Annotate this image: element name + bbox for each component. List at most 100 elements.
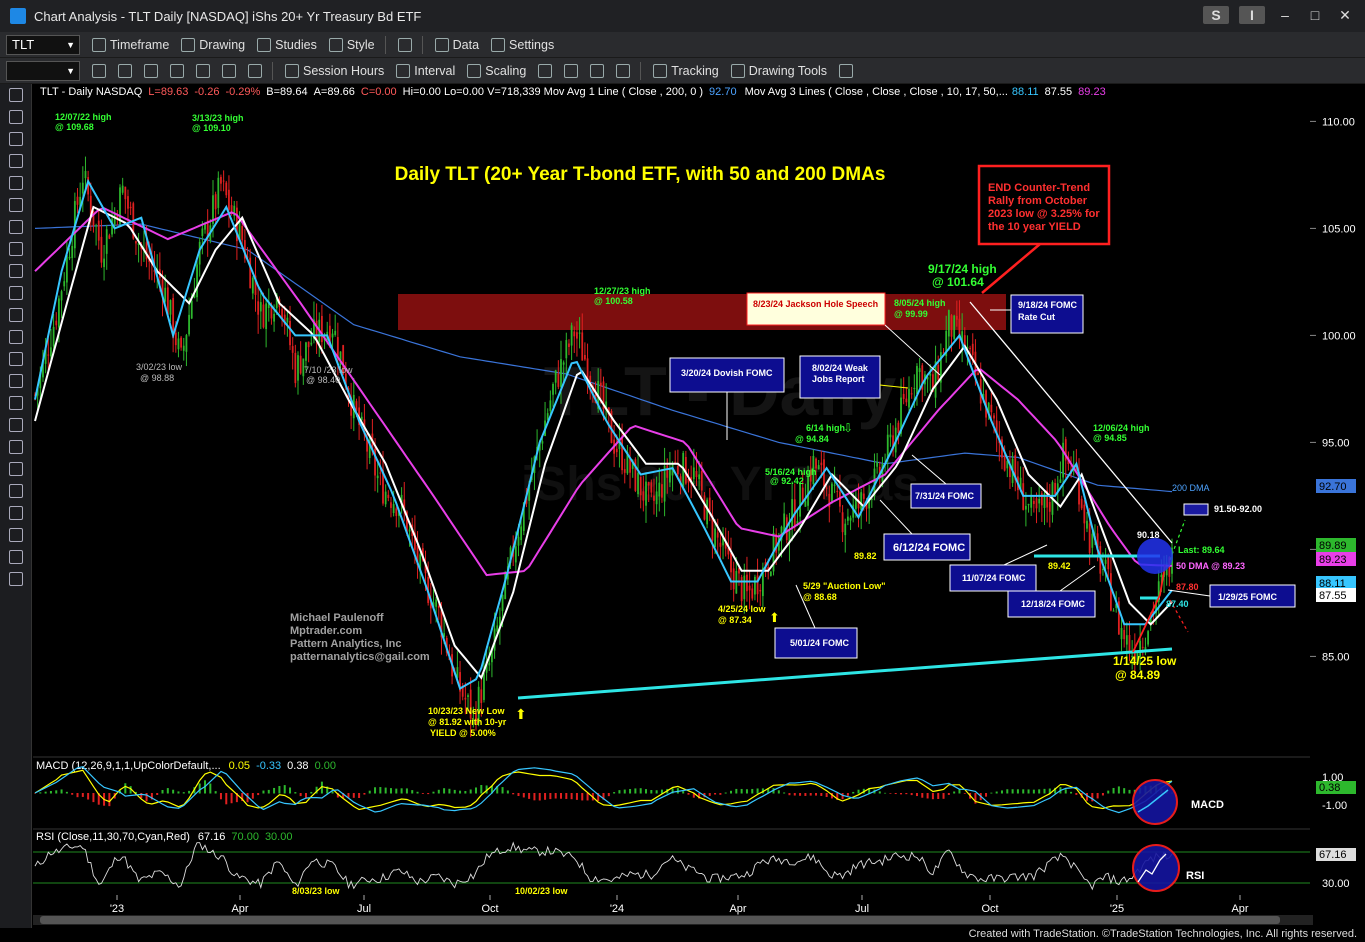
candle-body <box>584 355 586 360</box>
candle-body <box>81 182 84 194</box>
maximize-icon[interactable]: □ <box>1305 6 1325 24</box>
candle-body <box>520 526 523 541</box>
gann-icon[interactable] <box>8 242 23 256</box>
regression-icon[interactable] <box>8 352 23 366</box>
candle-body <box>501 594 504 612</box>
candle-body <box>562 362 565 365</box>
settings-menu[interactable]: Settings <box>491 37 554 52</box>
candle-body <box>576 332 578 339</box>
tool-a[interactable] <box>92 63 106 78</box>
pointer-icon[interactable] <box>8 88 23 102</box>
close-icon[interactable]: ✕ <box>1335 6 1355 24</box>
rectangle-icon[interactable] <box>8 484 23 498</box>
macd-hist-bar <box>1128 789 1131 794</box>
trendline-icon[interactable] <box>8 132 23 146</box>
candle-body <box>754 576 756 595</box>
candle-body <box>1054 482 1057 495</box>
label-a6: 10/23/23 New Low <box>428 706 506 716</box>
share-icon <box>839 63 854 78</box>
scrollbar-thumb[interactable] <box>40 916 1280 924</box>
macd-hist-bar <box>719 793 722 795</box>
spiral-icon[interactable] <box>8 330 23 344</box>
candle-body <box>201 228 204 237</box>
macd-hist-bar <box>230 793 233 804</box>
macd-hist-bar <box>310 791 313 794</box>
tool-c[interactable] <box>144 63 158 78</box>
macd-hist-bar <box>1038 789 1041 794</box>
candle-body <box>222 180 225 182</box>
session-hours-menu[interactable]: Session Hours <box>285 63 384 78</box>
data-menu[interactable]: Data <box>434 37 479 52</box>
macd-hist-bar <box>1032 789 1035 794</box>
eraser-icon[interactable] <box>8 550 23 564</box>
symbol-input[interactable]: TLT ▼ <box>6 34 80 55</box>
drawing-menu[interactable]: Drawing <box>181 37 245 52</box>
macd-hist-bar <box>985 793 988 797</box>
candle-body <box>642 491 645 501</box>
circle-icon[interactable] <box>8 462 23 476</box>
channel-icon[interactable] <box>8 176 23 190</box>
candle-body <box>1086 520 1088 529</box>
candle-body <box>321 315 323 343</box>
chart-area[interactable]: TLT - Daily iShs 20+ Yr Treas TLT - Dail… <box>33 84 1365 928</box>
candle-body <box>305 342 307 361</box>
image-icon <box>248 63 262 78</box>
link-icon <box>397 37 412 52</box>
candle-body <box>918 368 921 372</box>
pen-icon[interactable] <box>8 528 23 542</box>
tool-l[interactable] <box>839 63 854 78</box>
tool-g[interactable] <box>248 63 262 78</box>
bars-icon <box>538 63 553 78</box>
minimize-icon[interactable]: – <box>1275 6 1295 24</box>
tool-k[interactable] <box>616 63 631 78</box>
pitchfork-icon[interactable] <box>8 198 23 212</box>
tool-f[interactable] <box>222 63 236 78</box>
i-button[interactable]: I <box>1239 6 1265 24</box>
arc-icon[interactable] <box>8 396 23 410</box>
macd-y3: -1.00 <box>1322 800 1347 812</box>
tool-b[interactable] <box>118 63 132 78</box>
macd-hist-bar <box>1064 789 1067 794</box>
macd-hist-bar <box>411 790 414 794</box>
scaling-menu[interactable]: Scaling <box>467 63 526 78</box>
timeframe-menu[interactable]: Timeframe <box>92 37 169 52</box>
text-icon[interactable] <box>8 506 23 520</box>
layout-select[interactable]: ▼ <box>6 60 80 81</box>
studies-menu[interactable]: Studies <box>257 37 317 52</box>
macd-hist-bar <box>575 793 578 800</box>
tool-h[interactable] <box>538 63 553 78</box>
tool-i[interactable] <box>564 63 579 78</box>
label-a14: 12/06/24 high <box>1093 423 1150 433</box>
macd-hist-bar <box>565 793 568 799</box>
candle-body <box>384 491 387 505</box>
chart-svg[interactable]: TLT - Daily iShs 20+ Yr Treas TLT - Dail… <box>33 84 1365 928</box>
macd-hist-bar <box>299 793 302 797</box>
vline-icon[interactable] <box>8 308 23 322</box>
interval-menu[interactable]: Interval <box>396 63 455 78</box>
window-title: Chart Analysis - TLT Daily [NASDAQ] iShs… <box>34 8 422 24</box>
ray-icon[interactable] <box>8 154 23 168</box>
triangle-icon[interactable] <box>8 264 23 278</box>
tool-d[interactable] <box>170 63 184 78</box>
arrow-down-icon[interactable] <box>8 418 23 432</box>
crosshair-icon[interactable] <box>8 110 23 124</box>
scale-icon <box>467 63 482 78</box>
s-button[interactable]: S <box>1203 6 1229 24</box>
tracking-menu[interactable]: Tracking <box>653 63 719 78</box>
drawing-tools-menu[interactable]: Drawing Tools <box>730 63 827 78</box>
macd-hist-bar <box>905 793 908 795</box>
label-a9b: @ 87.34 <box>718 615 752 625</box>
candle-body <box>695 471 698 478</box>
arrow-up-icon[interactable] <box>8 440 23 454</box>
x-tick-label: Jul <box>357 903 371 915</box>
macd-hist-bar <box>538 793 541 801</box>
candle-body <box>1120 628 1123 640</box>
link-icon-button[interactable] <box>397 37 412 52</box>
highlighter-icon[interactable] <box>8 572 23 586</box>
fibonacci-icon[interactable] <box>8 220 23 234</box>
tool-e[interactable] <box>196 63 210 78</box>
style-menu[interactable]: Style <box>328 37 375 52</box>
hline-icon[interactable] <box>8 286 23 300</box>
bars-icon[interactable] <box>8 374 23 388</box>
tool-j[interactable] <box>590 63 605 78</box>
